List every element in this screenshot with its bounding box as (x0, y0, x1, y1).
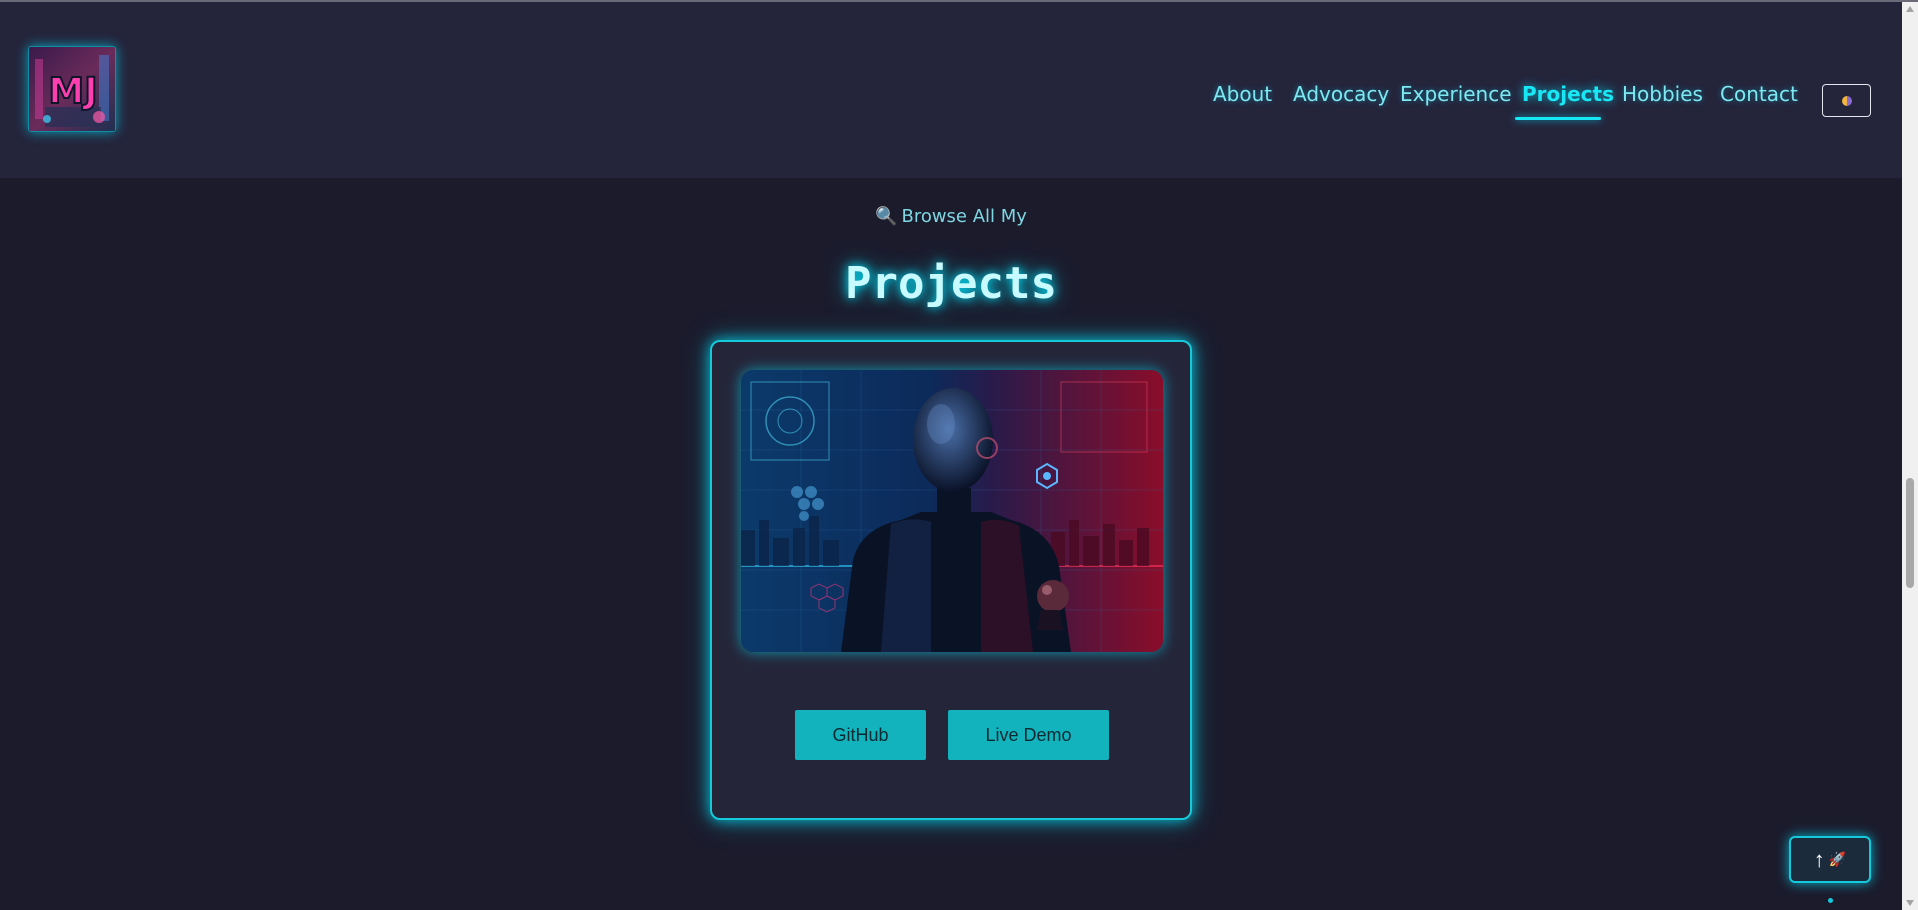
scroll-down-icon[interactable] (1906, 900, 1914, 906)
live-demo-button[interactable]: Live Demo (948, 710, 1109, 760)
project-card: GitHub Live Demo (710, 340, 1192, 820)
magnifier-icon: 🔍 (875, 206, 898, 227)
nav-projects[interactable]: Projects (1522, 82, 1614, 106)
section-title: Projects (845, 258, 1057, 309)
scroll-up-icon[interactable] (1906, 6, 1914, 12)
scroll-indicator-dot (1828, 898, 1833, 903)
nav-hobbies[interactable]: Hobbies (1622, 82, 1703, 106)
scroll-to-top-button[interactable]: ↑ 🚀 (1789, 836, 1871, 883)
section-eyebrow-text: Browse All My (901, 206, 1027, 227)
site-header: MJ About Advocacy Experience Projects Ho… (0, 2, 1902, 178)
nav-about[interactable]: About (1213, 82, 1272, 106)
nav-experience[interactable]: Experience (1400, 82, 1512, 106)
logo[interactable]: MJ (28, 46, 116, 132)
active-nav-underline (1515, 117, 1601, 120)
github-button[interactable]: GitHub (795, 710, 926, 760)
nav-advocacy[interactable]: Advocacy (1293, 82, 1389, 106)
rocket-icon: 🚀 (1828, 851, 1847, 867)
up-arrow-icon: ↑ (1813, 846, 1825, 872)
theme-toggle-button[interactable] (1822, 84, 1871, 117)
page: MJ About Advocacy Experience Projects Ho… (0, 0, 1918, 910)
project-image (741, 370, 1163, 652)
scrollbar-thumb[interactable] (1906, 478, 1914, 588)
section-eyebrow: 🔍 Browse All My (0, 206, 1902, 227)
nav-contact[interactable]: Contact (1720, 82, 1798, 106)
vertical-scrollbar[interactable] (1902, 2, 1918, 910)
logo-text: MJ (48, 71, 97, 112)
half-moon-icon (1841, 95, 1852, 106)
